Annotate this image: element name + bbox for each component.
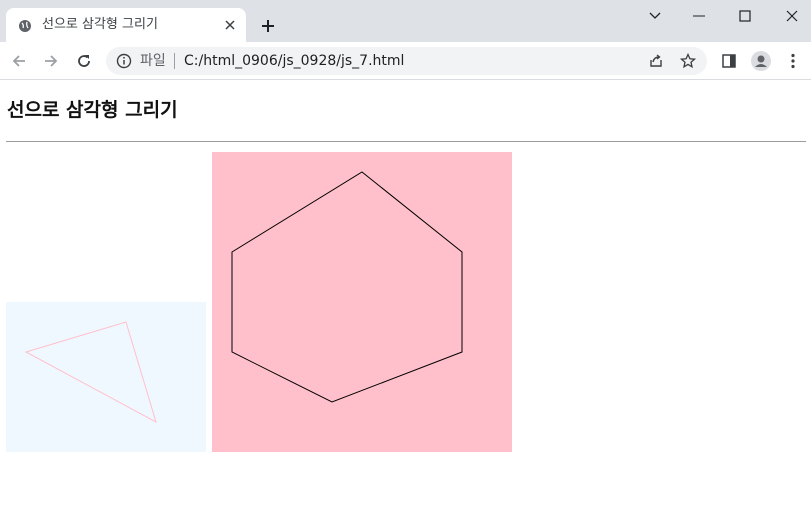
star-icon[interactable]	[679, 52, 697, 70]
triangle-drawing	[24, 321, 157, 424]
triangle-canvas	[6, 302, 206, 452]
horizontal-rule	[6, 141, 806, 142]
tab-search-icon[interactable]	[645, 6, 665, 26]
info-icon[interactable]	[116, 53, 132, 69]
profile-avatar-icon[interactable]	[750, 50, 772, 72]
forward-icon[interactable]	[40, 50, 62, 72]
menu-kebab-icon[interactable]	[782, 50, 804, 72]
url-text[interactable]: C:/html_0906/js_0928/js_7.html	[184, 52, 404, 70]
scheme-label: 파일	[140, 53, 166, 69]
hexagon-shape	[231, 171, 463, 403]
browser-toolbar: 파일 C:/html_0906/js_0928/js_7.html	[0, 42, 811, 80]
close-icon[interactable]	[222, 17, 238, 33]
hexagon-drawing	[231, 171, 463, 403]
side-panel-icon[interactable]	[718, 50, 740, 72]
maximize-icon[interactable]	[735, 6, 755, 26]
new-tab-button[interactable]	[258, 16, 278, 36]
address-separator	[174, 53, 175, 69]
hexagon-canvas	[212, 152, 512, 452]
minimize-icon[interactable]	[689, 6, 709, 26]
globe-icon	[18, 18, 32, 32]
share-icon[interactable]	[647, 52, 665, 70]
window-close-icon[interactable]	[782, 6, 802, 26]
tab-title: 선으로 삼각형 그리기	[42, 17, 158, 32]
back-icon[interactable]	[8, 50, 30, 72]
browser-titlebar: 선으로 삼각형 그리기	[0, 0, 811, 42]
browser-tab[interactable]: 선으로 삼각형 그리기	[6, 8, 246, 42]
address-bar[interactable]: 파일 C:/html_0906/js_0928/js_7.html	[106, 47, 707, 75]
reload-icon[interactable]	[73, 50, 95, 72]
triangle-shape	[24, 321, 157, 424]
page-title: 선으로 삼각형 그리기	[7, 99, 178, 121]
